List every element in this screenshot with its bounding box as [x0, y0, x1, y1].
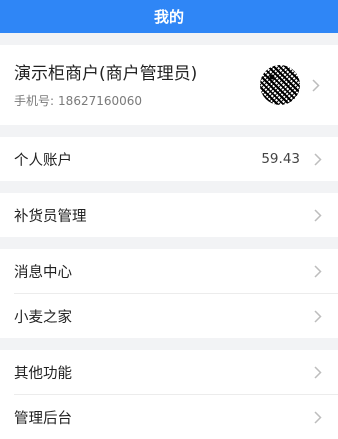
section-gap — [0, 125, 338, 137]
section-gap — [0, 237, 338, 249]
profile-card[interactable]: 演示柜商户(商户管理员) 手机号: 18627160060 — [0, 45, 338, 125]
restock-manager-label: 补货员管理 — [14, 208, 87, 225]
phone-number: 18627160060 — [58, 94, 143, 108]
account-section: 个人账户 59.43 — [0, 137, 338, 181]
section-gap — [0, 181, 338, 193]
phone-info: 手机号: 18627160060 — [14, 92, 260, 109]
account-balance: 59.43 — [261, 151, 300, 167]
chevron-right-icon — [308, 77, 324, 93]
admin-backend-label: 管理后台 — [14, 410, 72, 427]
section-gap — [0, 338, 338, 350]
xiaomai-home-label: 小麦之家 — [14, 309, 72, 326]
messages-section: 消息中心 小麦之家 — [0, 249, 338, 338]
qr-code-icon[interactable] — [260, 65, 300, 105]
other-section: 其他功能 管理后台 — [0, 350, 338, 439]
message-center-item[interactable]: 消息中心 — [0, 249, 338, 293]
chevron-right-icon — [310, 263, 326, 279]
profile-info: 演示柜商户(商户管理员) 手机号: 18627160060 — [14, 61, 260, 109]
other-functions-label: 其他功能 — [14, 365, 72, 382]
page-title: 我的 — [153, 8, 184, 26]
chevron-right-icon — [310, 409, 326, 425]
message-center-label: 消息中心 — [14, 264, 72, 281]
profile-row[interactable]: 演示柜商户(商户管理员) 手机号: 18627160060 — [0, 45, 338, 125]
phone-label: 手机号: — [14, 94, 55, 108]
admin-backend-item[interactable]: 管理后台 — [0, 395, 338, 439]
chevron-right-icon — [310, 207, 326, 223]
restock-section: 补货员管理 — [0, 193, 338, 237]
chevron-right-icon — [310, 364, 326, 380]
personal-account-label: 个人账户 — [14, 152, 72, 169]
merchant-name: 演示柜商户(商户管理员) — [14, 64, 198, 84]
other-functions-item[interactable]: 其他功能 — [0, 350, 338, 394]
chevron-right-icon — [310, 151, 326, 167]
personal-account-item[interactable]: 个人账户 59.43 — [0, 137, 338, 181]
chevron-right-icon — [310, 308, 326, 324]
xiaomai-home-item[interactable]: 小麦之家 — [0, 294, 338, 338]
page-header: 我的 — [0, 0, 338, 33]
restock-manager-item[interactable]: 补货员管理 — [0, 193, 338, 237]
section-gap — [0, 33, 338, 45]
